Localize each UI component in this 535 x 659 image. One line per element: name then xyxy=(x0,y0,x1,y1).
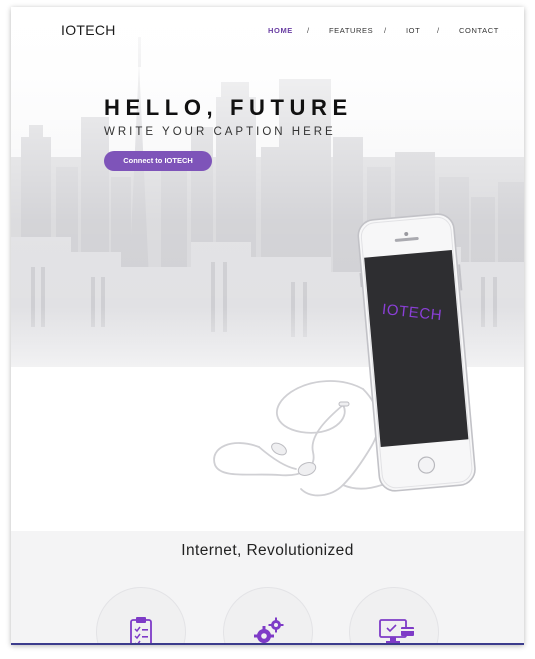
monitor-card-icon xyxy=(379,619,414,643)
page-frame: IOTECH HOME / FEATURES / IOT / CONTACT H… xyxy=(11,7,524,645)
section-title: Internet, Revolutionized xyxy=(181,542,354,559)
clipboard-checklist-icon xyxy=(130,617,152,643)
gears-icon xyxy=(254,617,284,643)
